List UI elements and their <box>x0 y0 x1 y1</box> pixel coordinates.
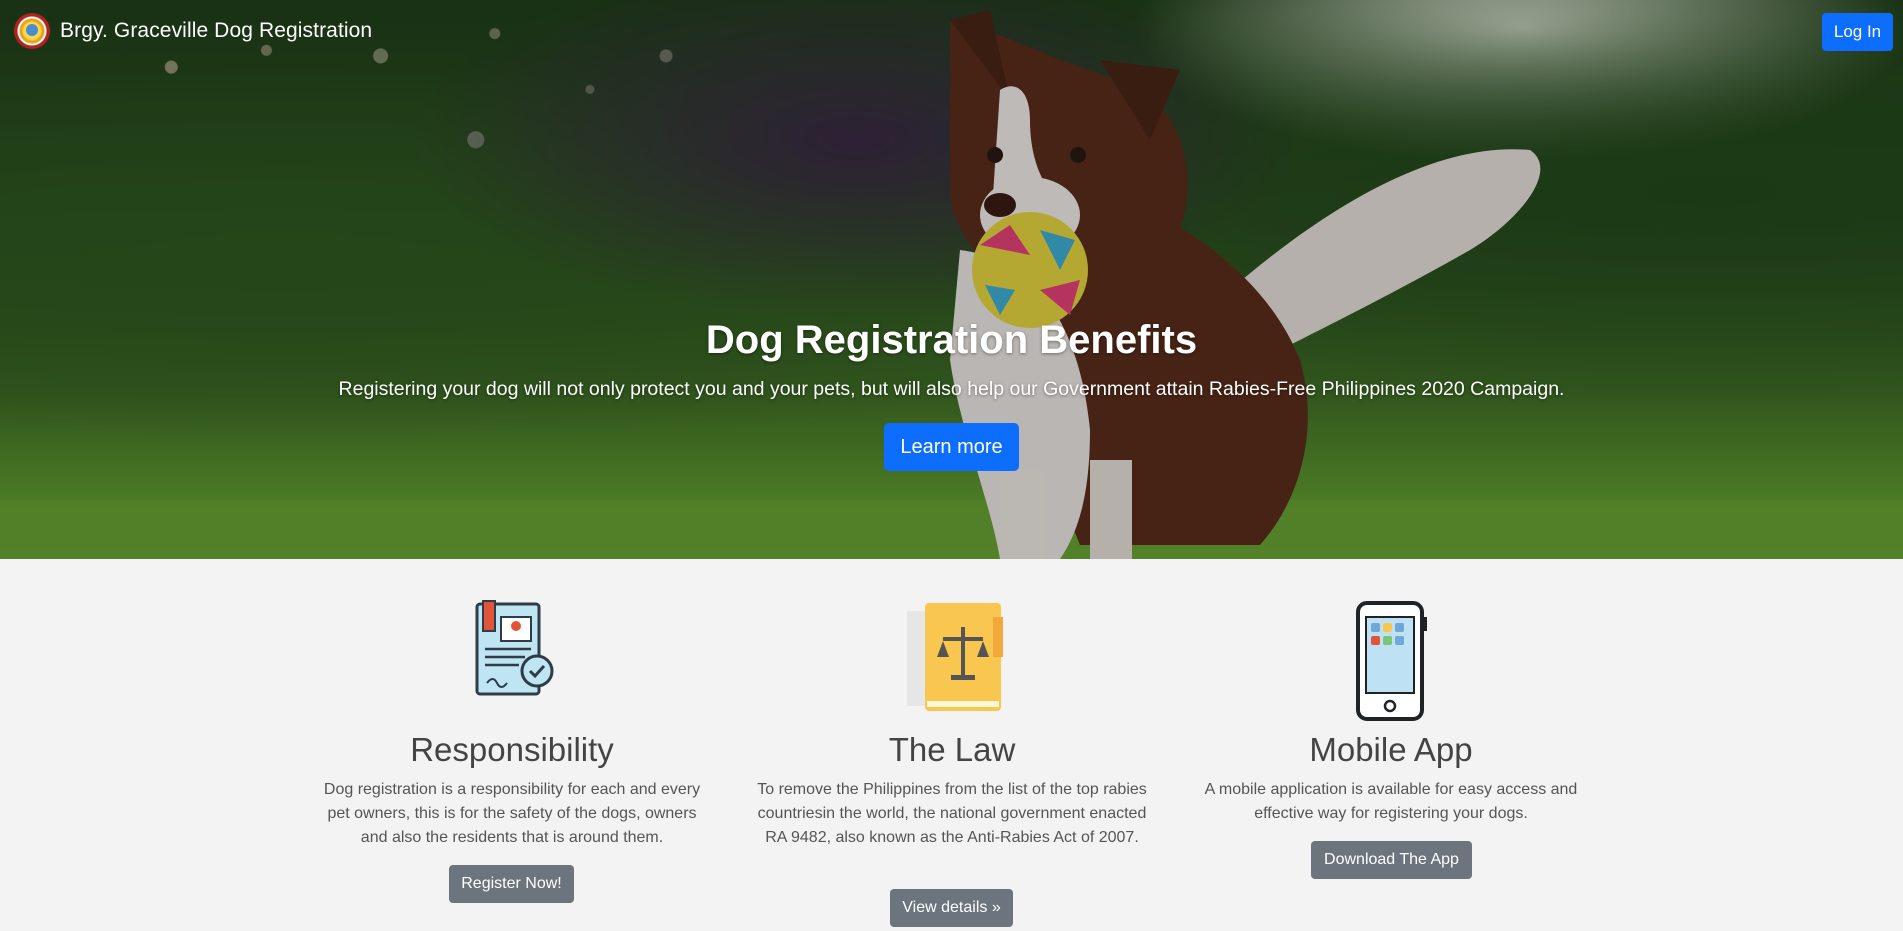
feature-title: Mobile App <box>1309 731 1473 768</box>
register-now-button[interactable]: Register Now! <box>449 865 574 903</box>
feature-text: Dog registration is a responsibility for… <box>323 781 701 846</box>
brand-title: Brgy. Graceville Dog Registration <box>60 19 373 42</box>
feature-text: To remove the Philippines from the list … <box>757 781 1147 846</box>
hero-banner: Brgy. Graceville Dog Registration Log In… <box>0 0 1903 559</box>
view-details-button[interactable]: View details » <box>890 889 1013 927</box>
law-scale-book-icon <box>907 603 1003 711</box>
feature-title: The Law <box>888 731 1016 768</box>
features-section: Responsibility Dog registration is a res… <box>0 559 1903 931</box>
learn-more-button[interactable]: Learn more <box>884 423 1019 471</box>
hero-overlay <box>0 0 1903 559</box>
hero-title: Dog Registration Benefits <box>705 318 1198 362</box>
certificate-icon <box>475 600 554 696</box>
feature-text: A mobile application is available for ea… <box>1204 781 1578 822</box>
download-app-button[interactable]: Download The App <box>1311 841 1472 879</box>
navbar-brand[interactable]: Brgy. Graceville Dog Registration <box>14 13 372 49</box>
login-button[interactable]: Log In <box>1822 13 1893 51</box>
barangay-seal-logo <box>14 13 50 49</box>
feature-title: Responsibility <box>410 731 614 768</box>
hero-subtitle: Registering your dog will not only prote… <box>338 378 1565 400</box>
mobile-phone-icon <box>1356 601 1427 721</box>
